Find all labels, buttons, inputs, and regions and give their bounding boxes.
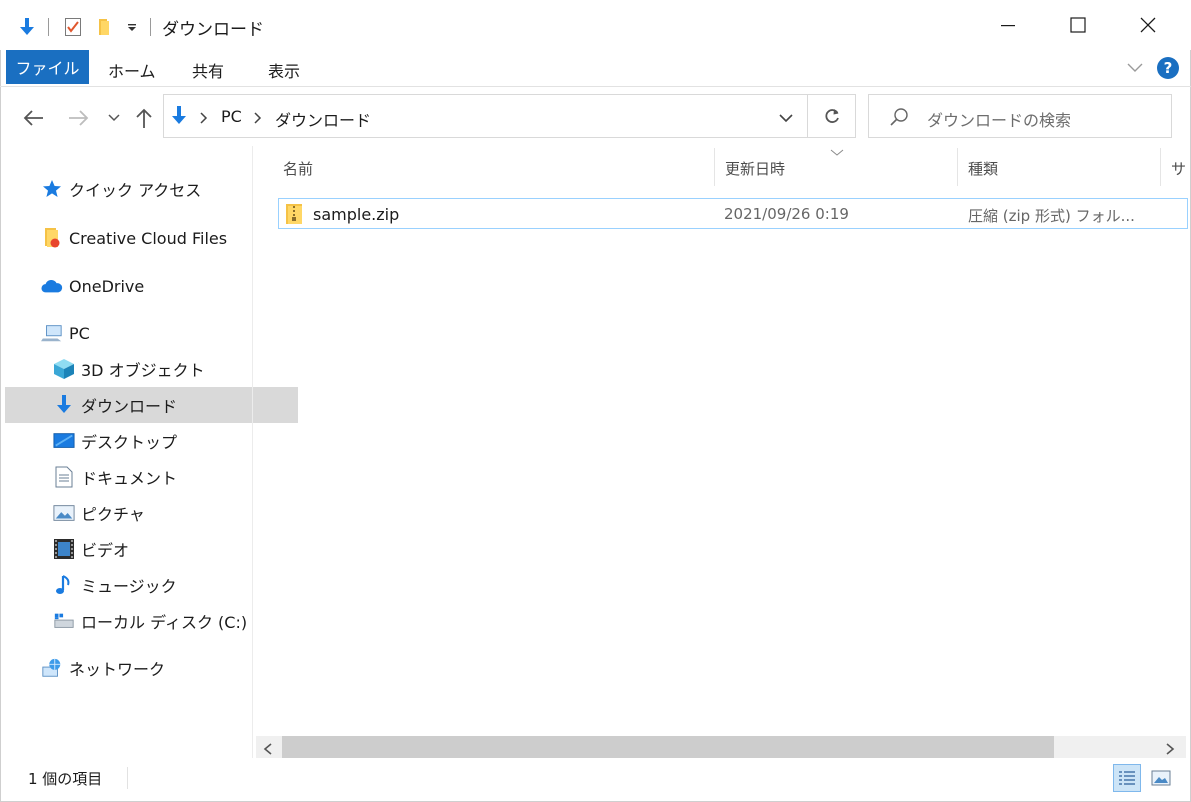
column-header-size[interactable]: サ	[1171, 158, 1186, 179]
column-divider[interactable]	[714, 148, 715, 186]
zip-folder-icon	[284, 202, 304, 230]
sidebar-item-network[interactable]: ネットワーク	[5, 650, 286, 686]
column-header-modified[interactable]: 更新日時	[725, 158, 785, 179]
status-item-count: 1 個の項目	[28, 770, 103, 788]
sidebar-item-label: Creative Cloud Files	[69, 228, 228, 248]
download-arrow-icon	[170, 105, 188, 131]
sidebar-item-music[interactable]: ミュージック	[5, 567, 298, 603]
expand-ribbon-icon[interactable]	[1126, 60, 1144, 78]
forward-button[interactable]	[66, 106, 90, 130]
sidebar-item-documents[interactable]: ドキュメント	[5, 459, 298, 495]
sidebar-item-3d-objects[interactable]: 3D オブジェクト	[5, 351, 298, 387]
properties-icon[interactable]	[62, 16, 84, 38]
window-title: ダウンロード	[162, 20, 264, 40]
sidebar-item-label: ミュージック	[81, 577, 177, 596]
pane-divider[interactable]	[252, 146, 253, 758]
music-note-icon	[53, 574, 75, 596]
sidebar-item-creative-cloud[interactable]: Creative Cloud Files	[5, 220, 286, 256]
navigation-pane: クイック アクセス Creative Cloud Files OneDrive …	[0, 146, 298, 756]
back-button[interactable]	[22, 106, 46, 130]
status-divider	[127, 767, 128, 789]
search-box[interactable]: ダウンロードの検索	[868, 94, 1172, 138]
maximize-button[interactable]	[1043, 0, 1113, 50]
minimize-button[interactable]	[973, 0, 1043, 50]
sidebar-item-label: PC	[69, 323, 90, 343]
address-bar[interactable]: PC ダウンロード	[163, 94, 808, 138]
refresh-button[interactable]	[808, 94, 856, 138]
sidebar-item-label: ドキュメント	[81, 469, 178, 488]
star-icon	[41, 178, 63, 200]
drive-icon	[53, 610, 75, 632]
network-icon	[41, 657, 63, 679]
download-arrow-icon[interactable]	[16, 16, 38, 38]
sort-indicator-icon	[830, 143, 844, 161]
horizontal-scrollbar-thumb[interactable]	[282, 736, 1054, 758]
sidebar-item-downloads[interactable]: ダウンロード	[5, 387, 298, 423]
sidebar-item-quick-access[interactable]: クイック アクセス	[5, 171, 286, 207]
details-view-button[interactable]	[1113, 764, 1141, 792]
tab-file[interactable]: ファイル	[6, 50, 89, 84]
ribbon: ファイル ホーム 共有 表示 ?	[0, 50, 1191, 87]
file-name[interactable]: sample.zip	[313, 205, 399, 224]
chevron-down-icon[interactable]	[121, 16, 143, 38]
film-icon	[53, 538, 75, 560]
sidebar-item-label: デスクトップ	[81, 433, 178, 452]
sidebar-item-label: 3D オブジェクト	[81, 361, 205, 380]
toolbar-separator	[150, 18, 151, 36]
sidebar-item-label: ピクチャ	[81, 505, 145, 524]
computer-icon	[41, 322, 63, 344]
recent-locations-button[interactable]	[102, 106, 126, 130]
sidebar-item-local-disk[interactable]: ローカル ディスク (C:)	[5, 603, 298, 639]
breadcrumb-downloads[interactable]: ダウンロード	[275, 107, 371, 131]
new-folder-icon[interactable]	[94, 16, 116, 38]
breadcrumb-separator-icon[interactable]	[254, 110, 262, 128]
scroll-right-icon[interactable]	[1164, 741, 1176, 759]
toolbar-separator	[48, 18, 49, 36]
sidebar-item-label: ビデオ	[81, 541, 130, 560]
title-bar: ダウンロード	[0, 0, 1191, 50]
cube-icon	[53, 358, 75, 380]
download-arrow-icon	[53, 394, 75, 416]
help-button[interactable]: ?	[1157, 57, 1179, 79]
sidebar-item-label: クイック アクセス	[69, 181, 202, 200]
sidebar-item-desktop[interactable]: デスクトップ	[5, 423, 298, 459]
column-divider[interactable]	[957, 148, 958, 186]
column-divider[interactable]	[1160, 148, 1161, 186]
sidebar-item-label: OneDrive	[69, 276, 145, 296]
close-button[interactable]	[1113, 0, 1183, 50]
sidebar-item-pc[interactable]: PC	[5, 315, 286, 351]
sidebar-item-label: ネットワーク	[69, 660, 166, 679]
file-modified: 2021/09/26 0:19	[724, 205, 849, 223]
sidebar-item-pictures[interactable]: ピクチャ	[5, 495, 298, 531]
large-icons-view-button[interactable]	[1147, 764, 1175, 792]
address-dropdown-icon[interactable]	[778, 110, 794, 128]
sidebar-item-onedrive[interactable]: OneDrive	[5, 268, 286, 304]
search-icon	[889, 107, 909, 131]
sidebar-item-label: ダウンロード	[81, 397, 178, 416]
column-header-type[interactable]: 種類	[968, 158, 998, 179]
breadcrumb-separator-icon[interactable]	[200, 110, 208, 128]
sidebar-item-videos[interactable]: ビデオ	[5, 531, 298, 567]
tab-share[interactable]: 共有	[192, 58, 224, 82]
cloud-icon	[41, 275, 63, 297]
sidebar-item-label: ローカル ディスク (C:)	[81, 613, 248, 632]
tab-view[interactable]: 表示	[268, 58, 300, 82]
scroll-left-icon[interactable]	[262, 741, 274, 759]
up-button[interactable]	[132, 106, 156, 130]
document-icon	[53, 466, 75, 488]
creative-cloud-folder-icon	[41, 227, 63, 249]
breadcrumb-pc[interactable]: PC	[221, 107, 242, 126]
file-type: 圧縮 (zip 形式) フォル...	[968, 207, 1135, 225]
search-input[interactable]: ダウンロードの検索	[927, 107, 1071, 131]
tab-home[interactable]: ホーム	[108, 58, 156, 82]
column-header-name[interactable]: 名前	[283, 158, 313, 179]
desktop-icon	[53, 430, 75, 452]
picture-icon	[53, 502, 75, 524]
